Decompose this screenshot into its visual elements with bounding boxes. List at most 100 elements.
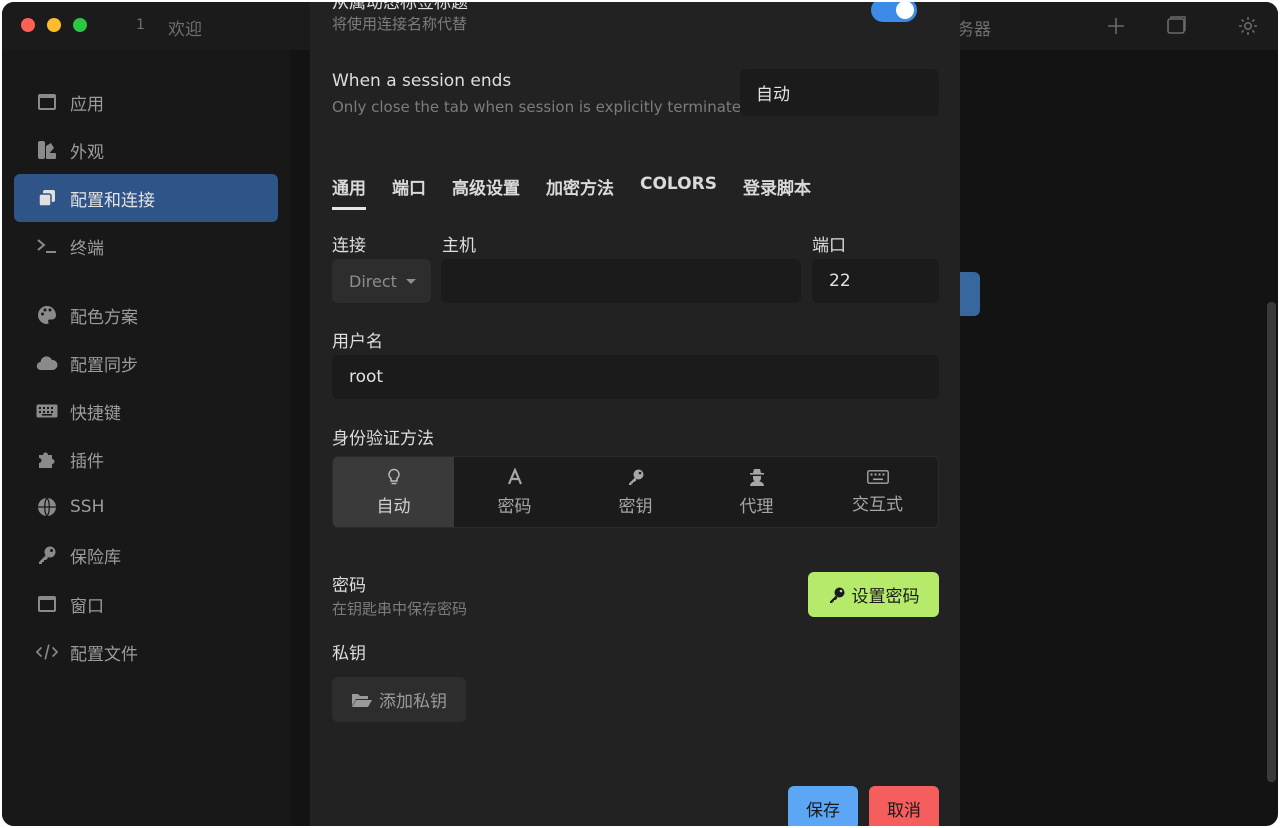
connection-type-value: Direct xyxy=(349,271,397,291)
user-secret-icon xyxy=(749,468,764,486)
copy-icon xyxy=(36,187,58,209)
auth-option-label: 密钥 xyxy=(618,496,653,517)
auth-option-label: 自动 xyxy=(376,496,411,517)
sidebar-item-ssh[interactable]: SSH xyxy=(14,483,278,531)
sidebar-item-label: SSH xyxy=(70,497,105,517)
tab-welcome[interactable]: 欢迎 xyxy=(168,15,202,40)
auth-option-label: 代理 xyxy=(739,496,774,517)
app-window: 1 欢迎 务器 应用 外观 配置和连接 终端 配色方案 配置同步 快捷键 插件 … xyxy=(2,2,1278,826)
tab-ports[interactable]: 端口 xyxy=(392,174,426,210)
sidebar-item-label: 窗口 xyxy=(70,596,104,617)
palette-icon xyxy=(36,304,58,326)
folder-open-icon xyxy=(352,693,372,707)
auth-option-agent[interactable]: 代理 xyxy=(696,457,817,527)
save-button[interactable]: 保存 xyxy=(788,786,858,826)
tab-login-scripts[interactable]: 登录脚本 xyxy=(743,174,811,210)
scrollbar[interactable] xyxy=(1267,302,1276,782)
cancel-button[interactable]: 取消 xyxy=(869,786,939,826)
sidebar-item-label: 应用 xyxy=(70,94,104,115)
sidebar-item-label: 配置文件 xyxy=(70,644,138,665)
maximize-window-button[interactable] xyxy=(73,18,87,32)
dynamic-tab-title-toggle[interactable] xyxy=(871,2,917,22)
key-icon xyxy=(36,544,58,566)
auth-method-selector: 自动 密码 密钥 代理 交互式 xyxy=(332,456,939,528)
auth-option-auto[interactable]: 自动 xyxy=(333,457,454,527)
toggle-knob xyxy=(896,2,914,19)
sidebar-item-label: 插件 xyxy=(70,451,104,472)
sidebar-item-label: 终端 xyxy=(70,238,104,259)
profile-tabs: 通用 端口 高级设置 加密方法 COLORS 登录脚本 xyxy=(332,174,837,214)
settings-gear-icon[interactable] xyxy=(1236,14,1260,38)
sidebar-item-label: 保险库 xyxy=(70,547,121,568)
close-window-button[interactable] xyxy=(21,18,35,32)
sidebar-item-color-scheme[interactable]: 配色方案 xyxy=(14,291,278,339)
settings-sidebar: 应用 外观 配置和连接 终端 配色方案 配置同步 快捷键 插件 SSH 保险库 … xyxy=(2,50,290,826)
globe-icon xyxy=(36,496,58,518)
private-key-label: 私钥 xyxy=(332,644,366,664)
tab-ciphers[interactable]: 加密方法 xyxy=(546,174,614,210)
font-a-icon xyxy=(507,467,522,484)
set-password-button[interactable]: 设置密码 xyxy=(808,572,939,617)
sidebar-item-hotkeys[interactable]: 快捷键 xyxy=(14,387,278,435)
sidebar-item-appearance[interactable]: 外观 xyxy=(14,126,278,174)
sidebar-item-label: 快捷键 xyxy=(70,403,121,424)
lightbulb-icon xyxy=(387,468,400,484)
tab-advanced[interactable]: 高级设置 xyxy=(452,174,520,210)
tab-number: 1 xyxy=(136,17,145,33)
dynamic-tab-title-label: 从属动态标签标题 xyxy=(332,2,468,13)
auth-option-label: 交互式 xyxy=(852,494,903,515)
sidebar-item-profiles-connections[interactable]: 配置和连接 xyxy=(14,174,278,222)
window-layout-icon[interactable] xyxy=(1164,14,1188,38)
connection-type-dropdown[interactable]: Direct xyxy=(332,259,431,303)
auth-option-key[interactable]: 密钥 xyxy=(575,457,696,527)
key-icon xyxy=(829,587,844,603)
dynamic-tab-title-description: 将使用连接名称代替 xyxy=(332,15,468,33)
puzzle-icon xyxy=(36,448,58,470)
port-input[interactable]: 22 xyxy=(812,259,939,303)
sidebar-item-label: 外观 xyxy=(70,142,104,163)
username-label: 用户名 xyxy=(332,332,383,352)
sidebar-item-config-file[interactable]: 配置文件 xyxy=(14,628,278,676)
palette-swatch-icon xyxy=(36,139,58,161)
add-private-key-label: 添加私钥 xyxy=(379,692,447,712)
auth-option-interactive[interactable]: 交互式 xyxy=(817,457,938,527)
sidebar-item-plugins[interactable]: 插件 xyxy=(14,435,278,483)
tab-general[interactable]: 通用 xyxy=(332,174,366,210)
sidebar-item-label: 配置和连接 xyxy=(70,190,155,211)
window-icon xyxy=(36,593,58,615)
host-input[interactable] xyxy=(441,259,801,303)
sidebar-item-application[interactable]: 应用 xyxy=(14,78,278,126)
profile-edit-modal: 从属动态标签标题 将使用连接名称代替 When a session ends O… xyxy=(310,2,960,826)
tab-colors[interactable]: COLORS xyxy=(640,174,717,210)
session-end-select[interactable]: 自动 xyxy=(740,69,939,116)
set-password-label: 设置密码 xyxy=(851,587,920,607)
sidebar-item-terminal[interactable]: 终端 xyxy=(14,222,278,270)
chevron-down-icon xyxy=(405,278,416,284)
auth-method-label: 身份验证方法 xyxy=(332,429,434,449)
sidebar-item-label: 配色方案 xyxy=(70,307,138,328)
auth-option-password[interactable]: 密码 xyxy=(454,457,575,527)
keyboard-icon xyxy=(36,400,58,422)
session-end-description: Only close the tab when session is expli… xyxy=(332,98,751,116)
host-label: 主机 xyxy=(442,236,476,256)
code-icon xyxy=(36,641,58,663)
sidebar-item-window[interactable]: 窗口 xyxy=(14,580,278,628)
tab-server-fragment[interactable]: 务器 xyxy=(957,15,991,40)
terminal-icon xyxy=(36,235,58,257)
window-icon xyxy=(36,91,58,113)
username-input[interactable]: root xyxy=(332,355,939,399)
password-label: 密码 xyxy=(332,576,366,596)
key-icon xyxy=(628,469,643,485)
keyboard-icon xyxy=(866,469,889,484)
sidebar-item-label: 配置同步 xyxy=(70,355,138,376)
auth-option-label: 密码 xyxy=(497,496,532,517)
cloud-icon xyxy=(36,352,58,374)
new-tab-icon[interactable] xyxy=(1104,14,1128,38)
sidebar-item-vault[interactable]: 保险库 xyxy=(14,531,278,579)
minimize-window-button[interactable] xyxy=(47,18,61,32)
connection-label: 连接 xyxy=(332,236,366,256)
add-private-key-button[interactable]: 添加私钥 xyxy=(332,677,466,722)
password-description: 在钥匙串中保存密码 xyxy=(332,600,468,618)
session-end-label: When a session ends xyxy=(332,71,512,91)
sidebar-item-config-sync[interactable]: 配置同步 xyxy=(14,339,278,387)
